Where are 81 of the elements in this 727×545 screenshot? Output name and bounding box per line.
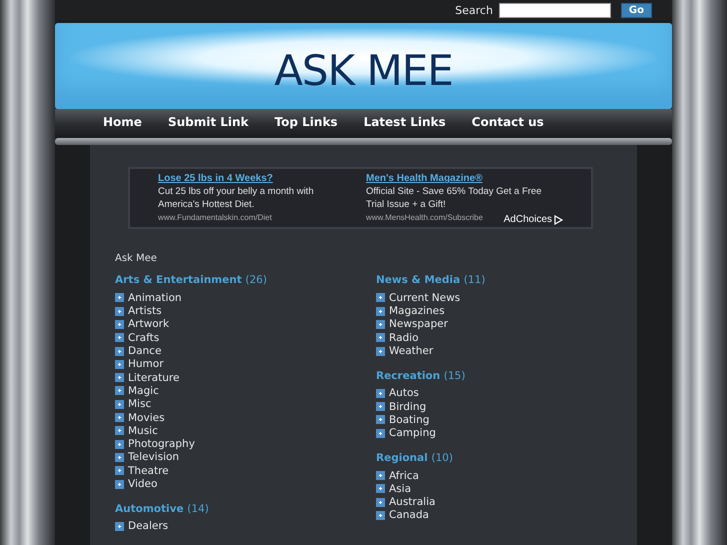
subcategory-link[interactable]: Asia	[389, 482, 412, 495]
subcategory-link[interactable]: Boating	[389, 414, 430, 426]
subcategory-link[interactable]: Dealers	[128, 520, 168, 532]
plus-square-icon	[115, 306, 124, 316]
plus-square-icon	[376, 388, 385, 398]
category-heading[interactable]: Recreation (15)	[376, 370, 637, 382]
ad-title-link[interactable]: Men's Health Magazine®	[366, 173, 556, 184]
subcategory-link[interactable]: Current News	[389, 292, 460, 304]
subcategory-link[interactable]: Newspaper	[389, 318, 448, 330]
search-field[interactable]	[498, 2, 611, 18]
subcategory-link[interactable]: Autos	[389, 387, 419, 400]
plus-square-icon	[115, 466, 124, 476]
plus-square-icon	[376, 428, 385, 438]
ad-title-link[interactable]: Lose 25 lbs in 4 Weeks?	[158, 173, 348, 184]
ad-url: www.MensHealth.com/Subscribe	[366, 213, 483, 222]
plus-square-icon	[376, 510, 385, 520]
plus-square-icon	[115, 426, 124, 436]
plus-square-icon	[115, 480, 124, 489]
subcategory-link[interactable]: Theatre	[128, 464, 169, 477]
nav-link[interactable]: Home	[103, 115, 142, 130]
subcategory-link[interactable]: Literature	[128, 372, 180, 384]
subcategory-link[interactable]: Weather	[389, 345, 434, 358]
plus-square-icon	[115, 333, 124, 342]
plus-square-icon	[376, 402, 385, 412]
subcategory-link[interactable]: Movies	[128, 412, 165, 424]
plus-square-icon	[115, 522, 124, 531]
plus-square-icon	[115, 400, 124, 409]
subcategory-link[interactable]: Camping	[389, 427, 436, 440]
subcategory-link[interactable]: Africa	[389, 470, 419, 482]
category-heading[interactable]: Automotive (14)	[115, 502, 376, 515]
category-heading[interactable]: News & Media (11)	[376, 274, 637, 286]
category-heading[interactable]: Regional (10)	[376, 452, 637, 464]
plus-square-icon	[115, 452, 124, 462]
plus-square-icon	[376, 333, 385, 342]
category-heading[interactable]: Arts & Entertainment (26)	[115, 274, 376, 286]
subcategory-link[interactable]: Video	[128, 478, 158, 490]
subcategory-link[interactable]: Misc	[128, 398, 152, 410]
ad-text: Official Site - Save 65% Today Get a Free Trial Issue + a Gift!	[366, 185, 542, 212]
nav-link[interactable]: Latest Links	[364, 115, 446, 130]
plus-square-icon	[376, 415, 385, 424]
subcategory-link[interactable]: Animation	[128, 292, 182, 304]
plus-square-icon	[115, 413, 124, 422]
subcategory-link[interactable]: Artwork	[128, 318, 170, 330]
plus-square-icon	[115, 320, 124, 329]
subcategory-link[interactable]: Humor	[128, 358, 164, 370]
plus-square-icon	[376, 293, 385, 302]
subcategory-link[interactable]: Dance	[128, 345, 162, 358]
plus-square-icon	[376, 498, 385, 507]
nav-link[interactable]: Contact us	[472, 115, 544, 130]
plus-square-icon	[376, 346, 385, 356]
plus-square-icon	[115, 360, 124, 369]
subcategory-link[interactable]: Crafts	[128, 332, 160, 344]
plus-square-icon	[115, 346, 124, 356]
plus-square-icon	[115, 386, 124, 396]
ad-text: Cut 25 lbs off your belly a month with America's Hottest Diet.	[158, 185, 315, 212]
subcategory-link[interactable]: Music	[128, 424, 158, 437]
breadcrumb: Ask Mee	[115, 253, 158, 264]
ad-url: www.Fundamentalskin.com/Diet	[158, 213, 272, 222]
plus-square-icon	[115, 293, 124, 302]
site-title: ASK MEE	[274, 46, 453, 95]
plus-square-icon	[376, 320, 385, 329]
subcategory-link[interactable]: Artists	[128, 305, 162, 318]
subcategory-link[interactable]: Photography	[128, 438, 195, 450]
search-label: Search	[455, 4, 493, 17]
subcategory-link[interactable]: Birding	[389, 400, 426, 413]
ad-choices-label[interactable]: AdChoices	[504, 214, 552, 226]
go-button[interactable]: Go	[620, 2, 652, 18]
subcategory-link[interactable]: Canada	[389, 509, 429, 522]
subcategory-link[interactable]: Magic	[128, 384, 159, 397]
subcategory-link[interactable]: Australia	[389, 496, 436, 508]
nav-link[interactable]: Top Links	[274, 115, 338, 130]
plus-square-icon	[376, 484, 385, 494]
triangle-icon	[554, 214, 563, 225]
plus-square-icon	[115, 373, 124, 382]
plus-square-icon	[115, 440, 124, 449]
subcategory-link[interactable]: Magazines	[389, 305, 445, 318]
nav-link[interactable]: Submit Link	[168, 115, 249, 130]
subcategory-link[interactable]: Radio	[389, 332, 419, 344]
plus-square-icon	[376, 306, 385, 316]
subcategory-link[interactable]: Television	[128, 451, 180, 464]
plus-square-icon	[376, 471, 385, 480]
